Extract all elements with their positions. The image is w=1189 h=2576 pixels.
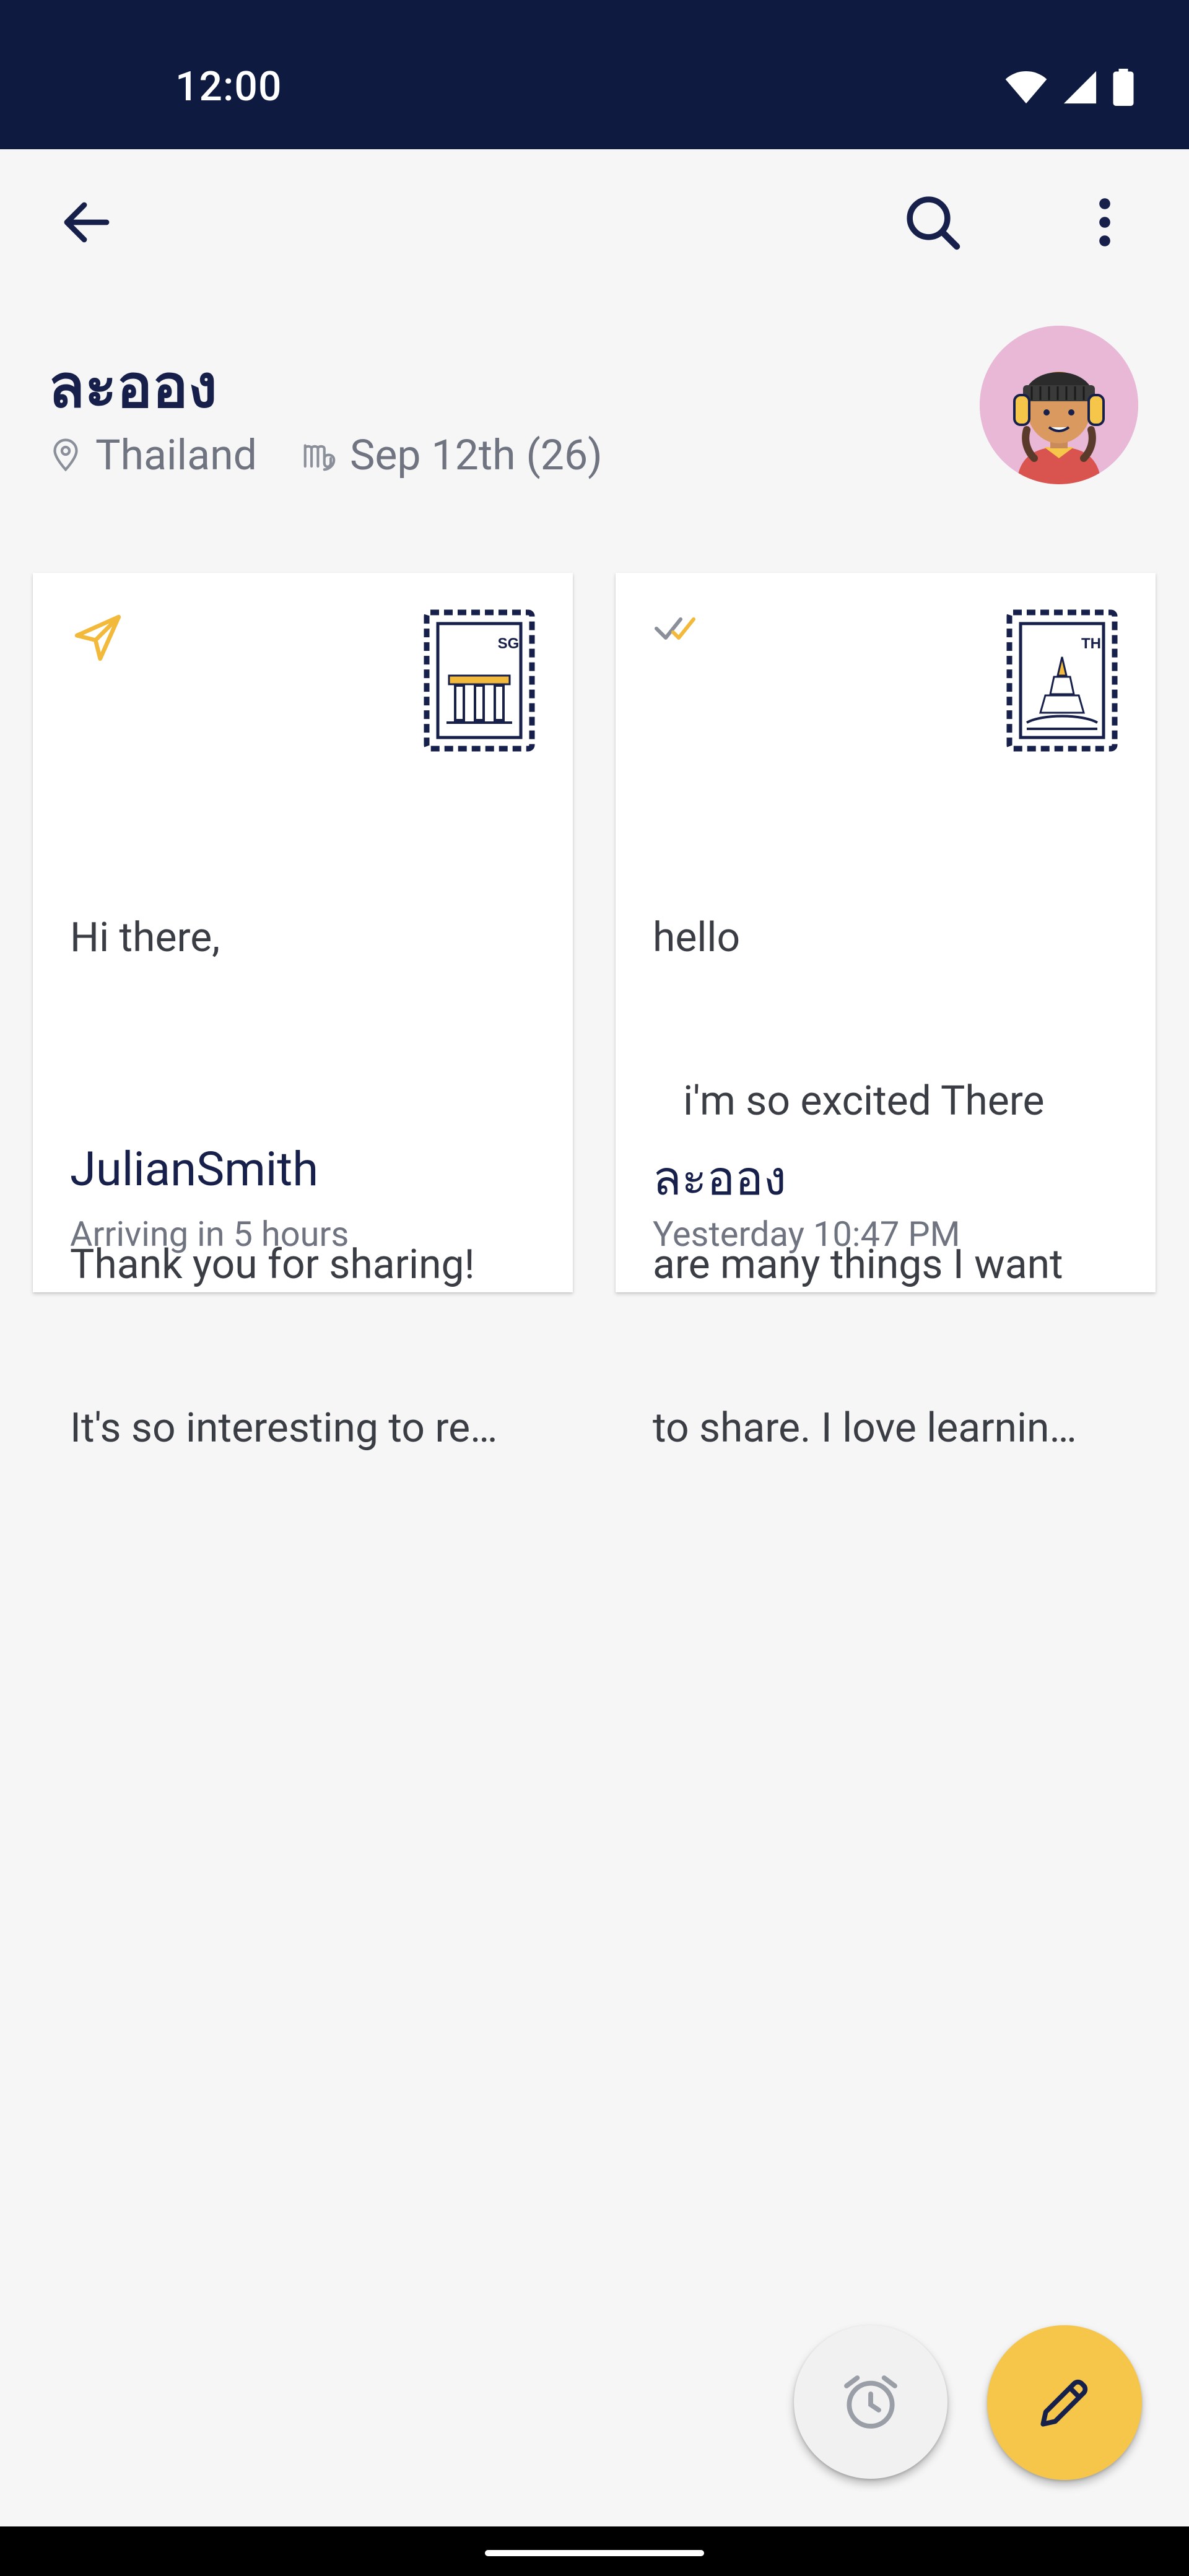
wifi-icon (1005, 71, 1047, 104)
letter-status-text: Yesterday 10:47 PM (653, 1214, 960, 1255)
profile-birthday: Sep 12th (26) (349, 430, 603, 480)
letter-preview-line: i'm so excited There (653, 1077, 1045, 1125)
battery-icon (1113, 69, 1134, 106)
signal-icon (1063, 71, 1097, 104)
more-options-button[interactable] (1061, 179, 1148, 266)
thailand-stamp-icon: TH (1006, 609, 1118, 752)
pencil-icon (1040, 2379, 1088, 2427)
letter-preview-line (70, 1074, 541, 1129)
stamp: SG (422, 607, 537, 756)
search-button[interactable] (889, 179, 976, 266)
status-time: 12:00 (175, 63, 282, 111)
letter-preview-line: hello (653, 914, 741, 962)
letter-preview-line: It's so interesting to re… (70, 1404, 498, 1452)
app-bar (0, 149, 1189, 316)
stamp-code: TH (1081, 635, 1101, 652)
stamp: TH (1004, 607, 1120, 756)
double-check-icon (655, 617, 695, 640)
location-pin-icon (53, 438, 78, 472)
status-bar: 12:00 (0, 0, 1189, 149)
letter-preview-line: Hi there, (70, 914, 220, 962)
paper-plane-icon (74, 614, 121, 661)
profile-meta: Thailand Sep 12th (26) (48, 430, 603, 480)
letter-author: JulianSmith (70, 1141, 319, 1197)
profile-location: Thailand (95, 430, 257, 480)
letter-author: ละออง (653, 1151, 786, 1206)
more-vert-icon (1099, 198, 1110, 246)
letter-card[interactable]: SG Hi there, Thank you for sharing! It's… (33, 573, 573, 1452)
home-gesture-handle[interactable] (485, 2550, 704, 2556)
avatar-illustration (980, 326, 1138, 484)
letter-preview-line: to share. I love learnin… (653, 1404, 1077, 1452)
schedule-button[interactable] (794, 2325, 947, 2479)
stamp-code: SG (498, 635, 520, 652)
compose-button[interactable] (987, 2325, 1142, 2480)
alarm-clock-icon (844, 2375, 897, 2429)
virgo-icon (303, 444, 336, 471)
singapore-stamp-icon: SG (424, 609, 535, 752)
letter-card[interactable]: TH hello i'm so excited There are many t… (616, 573, 1156, 1452)
back-button[interactable] (43, 179, 130, 266)
search-icon (907, 196, 960, 250)
status-icons (1004, 68, 1135, 107)
avatar[interactable] (980, 326, 1138, 484)
arrow-left-icon (64, 202, 110, 243)
letter-status-text: Arriving in 5 hours (70, 1214, 349, 1255)
profile-name: ละออง (48, 352, 217, 421)
